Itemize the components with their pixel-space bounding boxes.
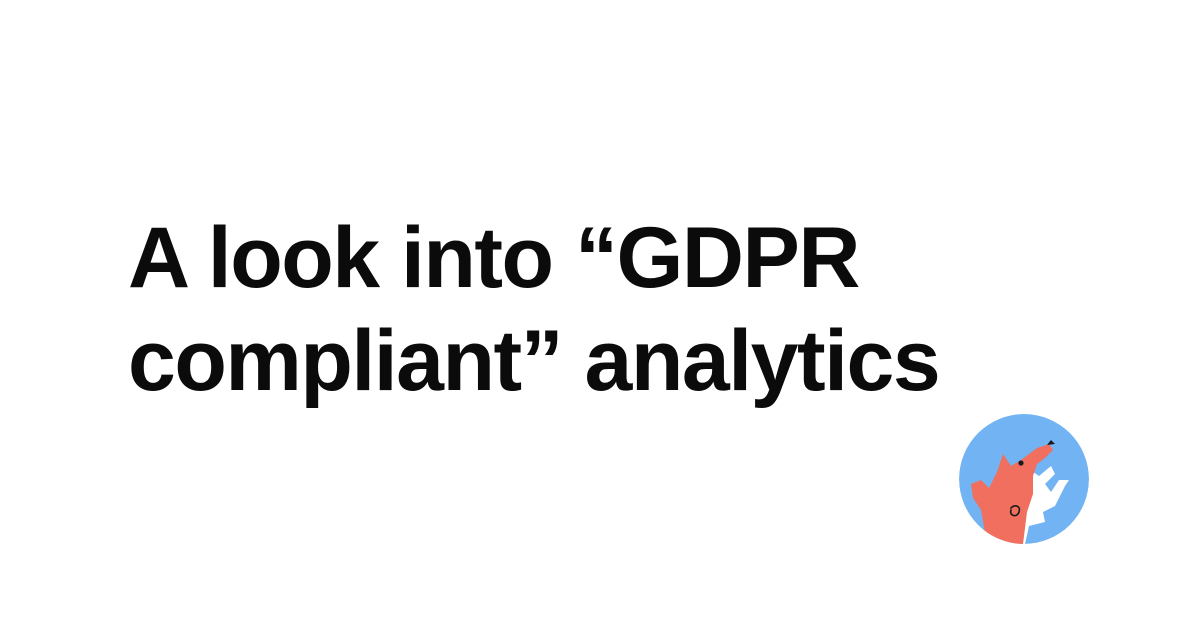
avatar: [959, 414, 1089, 544]
title-line-1: A look into “GDPR: [128, 210, 860, 306]
social-card: A look into “GDPR compliant” analytics: [0, 0, 1200, 630]
fox-mascot-icon: [959, 414, 1089, 544]
page-title: A look into “GDPR compliant” analytics: [128, 207, 1028, 413]
title-line-2: compliant” analytics: [128, 313, 941, 409]
